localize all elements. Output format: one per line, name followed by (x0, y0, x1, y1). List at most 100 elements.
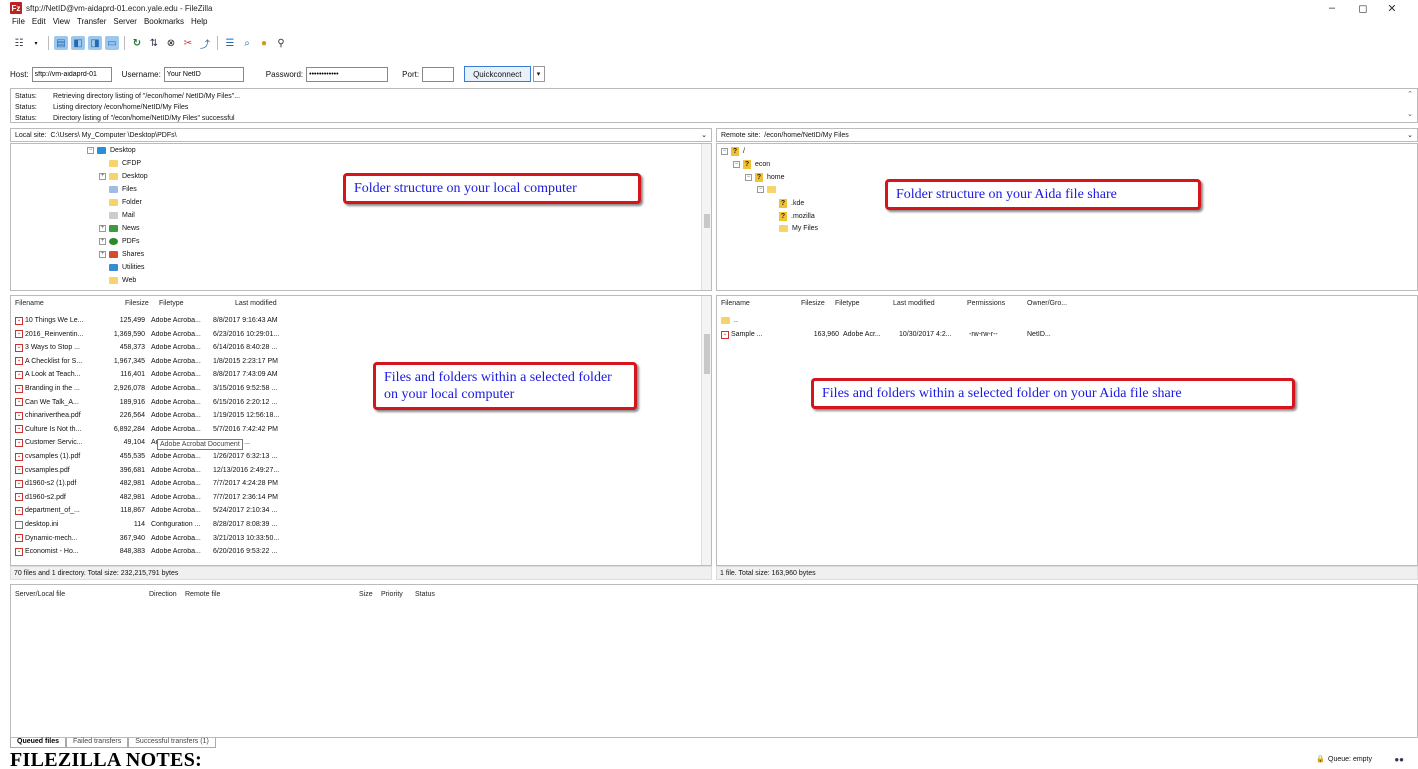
column-filesize[interactable]: Filesize (125, 300, 149, 307)
tab-queued-files[interactable]: Queued files (10, 738, 67, 748)
expand-icon[interactable]: + (99, 251, 106, 258)
table-row[interactable]: ▪ chinariverthea.pdf 226,564 Adobe Acroba..… (15, 410, 303, 421)
column-server-local-file[interactable]: Server/Local file (15, 591, 65, 598)
table-row[interactable]: ▪ d1960-s2.pdf 482,981 Adobe Acroba... 7/7/2… (15, 492, 303, 503)
password-input[interactable] (306, 66, 389, 82)
table-row[interactable]: ▪ Sample ... 163,960 Adobe Acr... 10/30/… (721, 329, 1051, 340)
menu-transfer[interactable]: Transfer (77, 17, 107, 30)
tree-node[interactable]: −? home (745, 173, 785, 182)
tree-node[interactable]: + News (99, 225, 140, 232)
remote-site-path[interactable]: /econ/home/NetID/My Files (764, 132, 848, 139)
column-filetype[interactable]: Filetype (159, 300, 184, 307)
filter-icon[interactable]: ☰ (223, 36, 237, 50)
local-tree-scrollbar[interactable] (701, 144, 711, 290)
tree-node[interactable]: + Desktop (99, 173, 148, 180)
toggle-log-icon[interactable]: ▤ (54, 36, 68, 50)
menu-file[interactable]: File (12, 17, 25, 30)
sync-browse-icon[interactable]: ● (257, 36, 271, 50)
column-filetype[interactable]: Filetype (835, 300, 860, 307)
list-item[interactable]: .. (721, 315, 738, 326)
expand-icon[interactable]: + (99, 225, 106, 232)
column-last-modified[interactable]: Last modified (235, 300, 277, 307)
site-manager-icon[interactable]: ☷ (12, 36, 26, 50)
tree-node[interactable]: − Desktop (87, 147, 136, 154)
search-icon[interactable]: ⚲ (274, 36, 288, 50)
local-files-scrollbar[interactable] (701, 296, 711, 565)
column-owner-group[interactable]: Owner/Gro... (1027, 300, 1067, 307)
table-row[interactable]: ▪ cvsamples.pdf 396,681 Adobe Acroba... 12/1… (15, 465, 303, 476)
menu-bookmarks[interactable]: Bookmarks (144, 17, 184, 30)
filter-process-icon[interactable]: ⇅ (147, 36, 161, 50)
column-priority[interactable]: Priority (381, 591, 403, 598)
expand-icon[interactable]: + (99, 173, 106, 180)
collapse-icon[interactable]: − (745, 174, 752, 181)
collapse-icon[interactable]: − (757, 186, 764, 193)
tree-node[interactable]: Mail (109, 212, 135, 219)
minimize-button[interactable]: – (1320, 2, 1344, 14)
column-last-modified[interactable]: Last modified (893, 300, 935, 307)
tree-node[interactable]: + PDFs (99, 238, 140, 245)
scroll-down-icon[interactable]: ⌄ (1407, 111, 1413, 119)
column-permissions[interactable]: Permissions (967, 300, 1005, 307)
tree-node[interactable]: Folder (109, 199, 142, 206)
tree-node[interactable]: + Shares (99, 251, 144, 258)
table-row[interactable]: ▪ Culture Is Not th... 6,892,284 Adobe Acro… (15, 424, 303, 435)
quickconnect-dropdown-icon[interactable]: ▾ (532, 66, 545, 82)
column-filesize[interactable]: Filesize (801, 300, 825, 307)
tree-node[interactable]: Utilities (109, 264, 145, 271)
table-row[interactable]: ▪ 10 Things We Le... 125,499 Adobe Acroba..… (15, 315, 303, 326)
reconnect-icon[interactable]: ⤴ (198, 36, 212, 51)
table-row[interactable]: ▪ A Checklist for S... 1,967,345 Adobe Acro… (15, 356, 303, 367)
collapse-icon[interactable]: − (87, 147, 94, 154)
port-input[interactable] (422, 66, 455, 82)
compare-icon[interactable]: ⌕ (240, 36, 254, 50)
toggle-queue-icon[interactable]: ▭ (105, 36, 119, 50)
maximize-button[interactable]: ◻ (1351, 2, 1375, 15)
table-row[interactable]: ▪ 3 Ways to Stop ... 458,373 Adobe Acroba..… (15, 342, 303, 353)
table-row[interactable]: ▪ Economist - Ho... 848,383 Adobe Acroba...… (15, 546, 303, 557)
menu-server[interactable]: Server (113, 17, 137, 30)
scroll-thumb[interactable] (704, 334, 710, 374)
table-row[interactable]: ▪ cvsamples (1).pdf 455,535 Adobe Acroba...… (15, 451, 303, 462)
toggle-remote-tree-icon[interactable]: ◨ (88, 36, 102, 50)
tree-node[interactable]: My Files (779, 225, 818, 232)
quickconnect-button[interactable]: Quickconnect (464, 66, 531, 82)
table-row[interactable]: ▪ Dynamic-mech... 367,940 Adobe Acroba... 3/… (15, 533, 303, 544)
expand-icon[interactable]: + (99, 238, 106, 245)
table-row[interactable]: ▪ Can We Talk_A... 189,916 Adobe Acroba... 6… (15, 397, 303, 408)
tree-node[interactable]: −? / (721, 147, 745, 156)
tree-node[interactable]: ? .mozilla (779, 212, 815, 221)
table-row[interactable]: desktop.ini 114 Configuration ... 8/28/2017… (15, 519, 303, 530)
table-row[interactable]: ▪ d1960-s2 (1).pdf 482,981 Adobe Acroba... 7… (15, 478, 303, 489)
table-row[interactable]: ▪ A Look at Teach... 116,401 Adobe Acroba..… (15, 369, 303, 380)
tree-node[interactable]: − (757, 186, 780, 193)
menu-view[interactable]: View (53, 17, 70, 30)
chevron-down-icon[interactable]: ⌄ (1407, 131, 1413, 139)
table-row[interactable]: ▪ department_of_... 118,867 Adobe Acroba...… (15, 505, 303, 516)
scroll-up-icon[interactable]: ⌃ (1407, 91, 1413, 99)
dropdown-icon[interactable]: ▾ (29, 36, 43, 50)
tree-node[interactable]: −? econ (733, 160, 770, 169)
tab-failed-transfers[interactable]: Failed transfers (66, 738, 129, 748)
column-remote-file[interactable]: Remote file (185, 591, 220, 598)
host-input[interactable] (31, 66, 112, 82)
close-button[interactable]: ✕ (1380, 2, 1404, 15)
refresh-icon[interactable]: ↻ (130, 36, 144, 50)
tree-node[interactable]: Files (109, 186, 137, 193)
tree-node[interactable]: CFDP (109, 160, 141, 167)
column-status[interactable]: Status (415, 591, 435, 598)
tab-successful-transfers[interactable]: Successful transfers (1) (128, 738, 216, 748)
column-filename[interactable]: Filename (15, 300, 44, 307)
scroll-thumb[interactable] (704, 214, 710, 228)
table-row[interactable]: ▪ Branding in the ... 2,926,078 Adobe Acrob… (15, 383, 303, 394)
cancel-icon[interactable]: ⊗ (164, 36, 178, 50)
tree-node[interactable]: ? .kde (779, 199, 804, 208)
disconnect-icon[interactable]: ✂ (181, 36, 195, 50)
username-input[interactable] (163, 66, 244, 82)
column-size[interactable]: Size (359, 591, 373, 598)
local-site-path[interactable]: C:\Users\ My_Computer \Desktop\PDFs\ (51, 132, 177, 139)
table-row[interactable]: ▪ 2016_Reinventin... 1,369,590 Adobe Acroba… (15, 329, 303, 340)
collapse-icon[interactable]: − (721, 148, 728, 155)
column-direction[interactable]: Direction (149, 591, 177, 598)
menu-help[interactable]: Help (191, 17, 207, 30)
